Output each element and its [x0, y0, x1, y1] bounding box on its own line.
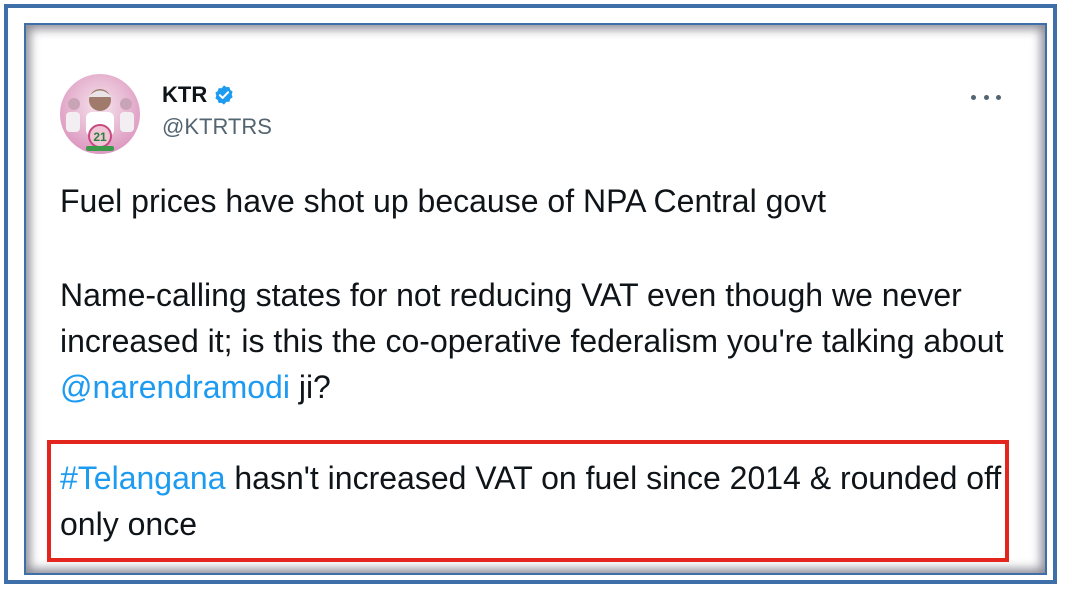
tweet-card: 21 KTR @KTRTRS Fuel prices have shot up … [26, 25, 1045, 573]
tweet-paragraph-1: Fuel prices have shot up because of NPA … [60, 183, 827, 219]
outer-frame: 21 KTR @KTRTRS Fuel prices have shot up … [4, 4, 1057, 584]
author-block: KTR @KTRTRS [162, 82, 272, 140]
author-handle[interactable]: @KTRTRS [162, 114, 272, 140]
tweet-paragraph-2: Name-calling states for not reducing VAT… [60, 272, 1020, 410]
tweet-paragraph-3: #Telangana hasn't increased VAT on fuel … [60, 455, 1020, 547]
paragraph-2-suffix: ji? [289, 369, 331, 405]
paragraph-2-text: Name-calling states for not reducing VAT… [60, 277, 1004, 359]
avatar-image: 21 [66, 89, 134, 151]
more-dot [996, 94, 1001, 100]
profile-avatar[interactable]: 21 [60, 74, 140, 154]
author-name[interactable]: KTR [162, 82, 207, 108]
more-dot [983, 94, 989, 100]
svg-text:21: 21 [93, 130, 107, 144]
mention-link[interactable]: @narendramodi [60, 369, 290, 405]
hashtag-link[interactable]: #Telangana [60, 460, 225, 496]
more-dot [971, 94, 976, 100]
verified-badge-icon [213, 84, 235, 106]
more-options-icon[interactable] [971, 87, 1001, 107]
inner-frame: 21 KTR @KTRTRS Fuel prices have shot up … [24, 23, 1047, 575]
author-name-row: KTR [162, 82, 272, 108]
